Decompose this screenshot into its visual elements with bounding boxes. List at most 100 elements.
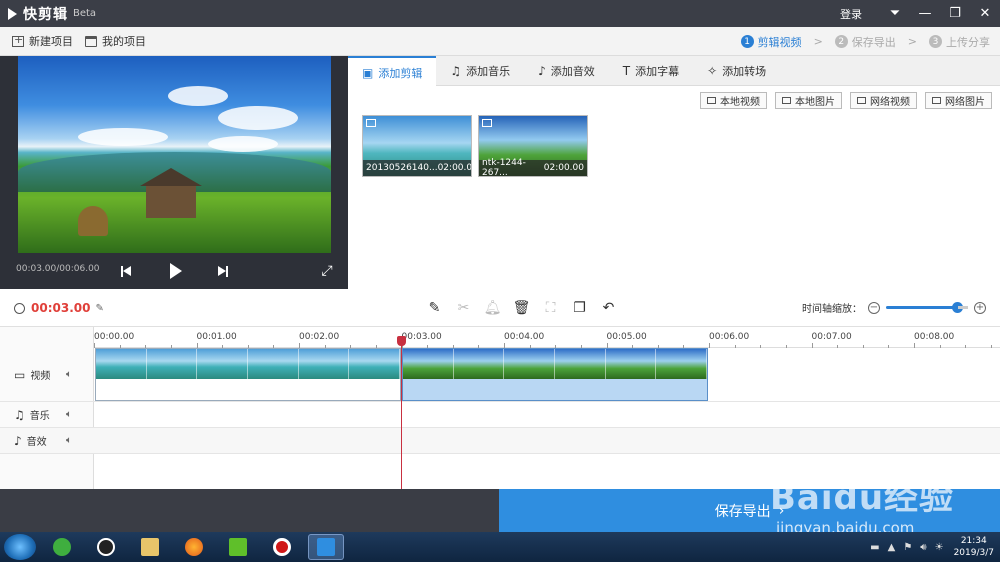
step-label: 保存导出: [851, 35, 896, 49]
clip-caption: 20130526140... 02:00.00: [363, 160, 471, 176]
speaker-icon[interactable]: 🔈︎: [66, 435, 72, 446]
copy-icon[interactable]: ❐: [569, 297, 591, 319]
time-ruler[interactable]: 00:00.00 00:01.00 00:02.00 00:03.00 00:04.00…: [94, 327, 1000, 348]
fullscreen-icon[interactable]: ⤢: [317, 261, 337, 281]
network-icon[interactable]: ▬: [870, 542, 879, 553]
step-edit-video[interactable]: 1 剪辑视频: [740, 34, 802, 50]
video-preview[interactable]: [18, 56, 331, 253]
clip-duration: 02:00.00: [437, 163, 472, 173]
sound-effect-icon: ♪: [14, 433, 22, 448]
new-project-button[interactable]: 新建项目: [12, 33, 73, 49]
undo-icon[interactable]: ↶: [598, 297, 620, 319]
edit-time-icon[interactable]: ✎: [95, 303, 103, 314]
skip-back-icon: [121, 265, 131, 277]
sfx-track[interactable]: ♪ 音效 🔈︎: [0, 428, 1000, 454]
step-upload-share[interactable]: 3 上传分享: [929, 34, 990, 50]
pencil-icon[interactable]: ✎: [424, 297, 446, 319]
button-label: 网络视频: [870, 97, 910, 108]
tab-add-clip[interactable]: ▣ 添加剪辑: [348, 56, 437, 87]
scissors-icon[interactable]: ✂: [453, 297, 475, 319]
zoom-slider[interactable]: [886, 302, 968, 313]
ruler-tick-label: 00:07.00: [811, 332, 852, 342]
tab-add-music[interactable]: ♫ 添加音乐: [436, 56, 524, 86]
track-name: 音效: [26, 437, 47, 448]
next-frame-button[interactable]: [213, 261, 233, 281]
chevron-right-icon: >: [813, 35, 823, 48]
workflow-steps: 1 剪辑视频 > 2 保存导出 > 3 上传分享: [740, 27, 990, 56]
speaker-icon[interactable]: 🔈︎: [66, 369, 72, 380]
window-controls: 登录 ⏷ — ❐ ✕: [840, 0, 1000, 27]
taskbar-app[interactable]: [132, 534, 168, 560]
media-clip-thumbnail[interactable]: 20130526140... 02:00.00: [362, 115, 472, 177]
menu-dropdown-icon[interactable]: ⏷: [880, 0, 910, 27]
tab-label: 添加剪辑: [378, 66, 423, 80]
tab-add-subtitle[interactable]: T 添加字幕: [609, 56, 693, 86]
maximize-button[interactable]: ❐: [940, 0, 970, 27]
crop-icon[interactable]: ⛶: [540, 297, 562, 319]
current-time-value: 00:03.00: [31, 301, 91, 315]
clip-frames: [403, 349, 707, 379]
skip-forward-icon: [218, 265, 228, 277]
zoom-slider-handle[interactable]: [952, 302, 963, 313]
taskbar-app-active[interactable]: [308, 534, 344, 560]
tab-label: 添加音乐: [466, 65, 511, 78]
step-save-export[interactable]: 2 保存导出: [834, 34, 896, 50]
edit-tools: ✎ ✂ 🔔︎ 🗑︎ ⛶ ❐ ↶: [420, 297, 623, 319]
step-number: 1: [740, 35, 754, 48]
online-image-button[interactable]: 网络图片: [925, 92, 992, 109]
minimize-button[interactable]: —: [910, 0, 940, 27]
taskbar-app[interactable]: [176, 534, 212, 560]
zoom-in-icon[interactable]: +: [974, 301, 986, 314]
local-video-button[interactable]: 本地视频: [700, 92, 767, 109]
zoom-out-icon[interactable]: −: [868, 301, 880, 314]
previous-frame-button[interactable]: [116, 261, 136, 281]
beta-badge: Beta: [73, 8, 97, 19]
music-track[interactable]: ♫ 音乐 🔈︎: [0, 402, 1000, 428]
tab-add-transition[interactable]: ✧ 添加转场: [693, 56, 780, 86]
title-bar: 快剪辑 Beta 登录 ⏷ — ❐ ✕: [0, 0, 1000, 27]
sound-effect-icon: ♪: [538, 64, 546, 78]
system-clock[interactable]: 21:34 2019/3/7: [954, 535, 994, 559]
media-app-icon: [229, 538, 247, 556]
taskbar-app[interactable]: [88, 534, 124, 560]
ruler-tick-label: 00:04.00: [504, 332, 545, 342]
step-number: 3: [929, 35, 942, 48]
button-label: 网络图片: [945, 97, 985, 108]
sfx-track-label: ♪ 音效 🔈︎: [0, 428, 94, 453]
explorer-icon: [141, 538, 159, 556]
export-label: 保存导出: [714, 503, 771, 520]
tab-add-sound-effect[interactable]: ♪ 添加音效: [524, 56, 609, 86]
haystack-shape: [78, 206, 108, 236]
qq-icon: [97, 538, 115, 556]
start-button[interactable]: [4, 534, 36, 560]
speaker-icon[interactable]: 🔈︎: [66, 409, 72, 420]
firefox-icon: [185, 538, 203, 556]
taskbar-app[interactable]: [264, 534, 300, 560]
app-name: 快剪辑: [23, 6, 68, 23]
playhead-handle[interactable]: [397, 336, 406, 346]
trash-icon[interactable]: 🗑︎: [511, 297, 533, 319]
my-projects-button[interactable]: 我的项目: [85, 33, 146, 49]
playhead-line[interactable]: [401, 336, 402, 489]
music-track-label: ♫ 音乐 🔈︎: [0, 402, 94, 427]
main-toolbar: 新建项目 我的项目 1 剪辑视频 > 2 保存导出 > 3 上传分享: [0, 27, 1000, 56]
music-note-icon: ♫: [450, 64, 462, 78]
record-icon: [273, 538, 291, 556]
media-clip-thumbnail[interactable]: ntk-1244-267... 02:00.00: [478, 115, 588, 177]
online-video-button[interactable]: 网络视频: [850, 92, 917, 109]
timeline-clip[interactable]: [95, 348, 401, 401]
bell-icon[interactable]: 🔔︎: [482, 297, 504, 319]
play-button[interactable]: [166, 261, 186, 281]
local-image-button[interactable]: 本地图片: [775, 92, 842, 109]
timeline-clip-selected[interactable]: [402, 348, 708, 401]
login-button[interactable]: 登录: [840, 6, 862, 22]
weather-icon[interactable]: ☀: [935, 542, 944, 553]
my-projects-label: 我的项目: [102, 35, 146, 48]
taskbar-app[interactable]: [220, 534, 256, 560]
taskbar-app[interactable]: [44, 534, 80, 560]
volume-icon[interactable]: 🔊︎: [920, 542, 926, 553]
close-button[interactable]: ✕: [970, 0, 1000, 27]
kuaijianji-icon: [317, 538, 335, 556]
flag-icon[interactable]: ⚑: [903, 542, 912, 553]
chevron-up-icon[interactable]: ▲: [888, 542, 896, 553]
